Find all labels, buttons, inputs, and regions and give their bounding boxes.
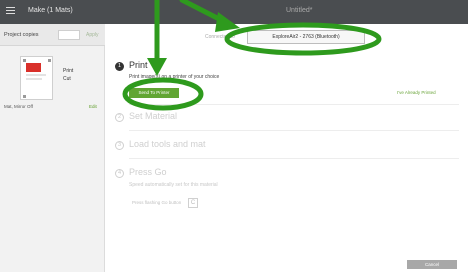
step-2-number: 2 (115, 113, 124, 122)
step-3-number: 3 (115, 141, 124, 150)
step-1-desc: Print image(s) on a printer of your choi… (129, 74, 220, 80)
divider (129, 104, 459, 105)
mat-mode-print: Print (63, 68, 74, 74)
already-printed-link[interactable]: I've Already Printed (397, 90, 436, 95)
cricut-go-icon: C (188, 198, 198, 208)
step-4-number: 4 (115, 169, 124, 178)
project-copies-row: Project copies Apply (0, 24, 105, 46)
main-panel: Connected to ExploreAir2 - 2763 (Bluetoo… (105, 24, 468, 272)
mat-thumbnail[interactable] (20, 56, 53, 100)
divider (129, 158, 459, 159)
step-3-title: Load tools and mat (129, 139, 206, 149)
divider (129, 130, 459, 131)
top-bar: Make (1 Mats) Untitled* (0, 0, 468, 24)
project-name: Untitled* (286, 7, 313, 14)
mat-setting: Mat, Mirror Off (4, 104, 33, 109)
print-image-preview (26, 63, 41, 72)
step-2-title: Set Material (129, 111, 178, 121)
page-title: Make (1 Mats) (28, 7, 73, 14)
copies-label: Project copies (4, 32, 39, 38)
step-1-title: Print (129, 60, 148, 70)
step-4-title: Press Go (129, 167, 167, 177)
cancel-button[interactable]: Cancel (407, 260, 457, 269)
connection-status: Connected to (205, 34, 235, 40)
edit-link[interactable]: Edit (89, 104, 97, 109)
left-panel: Project copies Apply Print Cut Mat, Mirr… (0, 24, 105, 272)
hamburger-icon[interactable] (6, 7, 15, 15)
step-4-desc: Speed automatically set for this materia… (129, 182, 218, 188)
mat-mode-cut: Cut (63, 76, 71, 82)
press-flashing-go-text: Press flashing Go button (132, 200, 182, 205)
copies-input[interactable] (58, 30, 80, 40)
step-1-number: 1 (115, 62, 124, 71)
send-to-printer-button[interactable]: Send To Printer (129, 88, 179, 98)
device-selector[interactable]: ExploreAir2 - 2763 (Bluetooth) (247, 30, 365, 44)
apply-button[interactable]: Apply (86, 32, 99, 38)
